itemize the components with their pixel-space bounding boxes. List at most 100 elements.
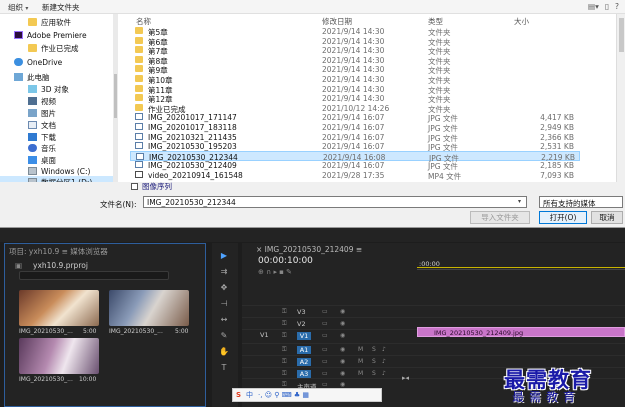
timeline-ruler[interactable]: :00:00 — [417, 258, 625, 270]
cancel-button[interactable]: 取消 — [591, 211, 623, 224]
nav-item[interactable]: 图片 — [0, 107, 117, 119]
track-row[interactable]: ⚿ V3 ▭ ◉ — [242, 305, 625, 317]
sync-icon[interactable]: ▭ — [322, 332, 328, 339]
type-tool-icon[interactable]: T — [218, 363, 230, 373]
nav-item[interactable]: 视频 — [0, 95, 117, 107]
sync-icon[interactable]: ▭ — [322, 381, 328, 388]
file-row[interactable]: 第6章 2021/9/14 14:30 文件夹 — [130, 36, 580, 47]
nav-item[interactable]: 数据分区1 (D:) — [0, 176, 117, 182]
visibility-icon[interactable]: ◉ — [340, 320, 345, 327]
sync-icon[interactable]: ▭ — [322, 320, 328, 327]
clip-thumbnail[interactable] — [109, 290, 189, 326]
organize-menu[interactable]: 组织 ▾ — [8, 2, 28, 13]
open-button[interactable]: 打开(O) — [539, 211, 587, 224]
file-row[interactable]: 第9章 2021/9/14 14:30 文件夹 — [130, 64, 580, 75]
filename-dropdown-icon[interactable]: ▾ — [518, 198, 521, 205]
file-row[interactable]: 第12章 2021/9/14 14:30 文件夹 — [130, 93, 580, 104]
preview-pane-icon[interactable]: ▯ — [605, 2, 609, 11]
mute-icon[interactable]: M — [358, 370, 363, 377]
track-row[interactable]: ⚿ A1 ▭ ◉ M S ♪ — [242, 343, 625, 355]
lock-icon[interactable]: ⚿ — [282, 346, 287, 354]
file-row[interactable]: IMG_20210530_212409 2021/9/14 16:07 JPG 文件… — [130, 160, 580, 171]
timeline-clip[interactable]: IMG_20210530_212409.jpg — [417, 327, 625, 337]
solo-icon[interactable]: S — [372, 346, 376, 353]
mute-icon[interactable]: M — [358, 358, 363, 365]
view-mode-icon[interactable]: ▤▾ — [588, 2, 599, 11]
clip-thumbnail[interactable] — [19, 338, 99, 374]
visibility-icon[interactable]: ◉ — [340, 308, 345, 315]
nav-item[interactable]: 此电脑 — [0, 71, 117, 83]
sogou-logo-icon[interactable]: S — [236, 391, 241, 399]
timeline-timecode[interactable]: 00:00:10:00 — [258, 256, 313, 266]
file-type-select[interactable]: 所有支持的媒体 — [539, 196, 623, 208]
sync-icon[interactable]: ▭ — [322, 308, 328, 315]
lock-icon[interactable]: ⚿ — [282, 308, 287, 316]
file-row[interactable]: 第7章 2021/9/14 14:30 文件夹 — [130, 45, 580, 56]
nav-item[interactable]: 应用软件 — [0, 16, 117, 28]
visibility-icon[interactable]: ◉ — [340, 332, 345, 339]
nav-scroll-thumb[interactable] — [114, 74, 117, 118]
nav-item[interactable]: 文档 — [0, 119, 117, 131]
project-panel-tabs[interactable]: 项目: yxh10.9 ≡ 媒体浏览器 — [9, 246, 108, 257]
solo-icon[interactable]: S — [372, 370, 376, 377]
import-folder-button[interactable]: 导入文件夹 — [470, 211, 530, 224]
help-icon[interactable]: ? — [615, 2, 619, 11]
sync-icon[interactable]: ▭ — [322, 346, 328, 353]
lock-icon[interactable]: ⚿ — [282, 358, 287, 366]
ime-tool-icons[interactable]: ·, ☺ ⚲ ⌨ ♣ ▦ — [258, 391, 309, 399]
visibility-icon[interactable]: ◉ — [340, 358, 345, 365]
new-folder-button[interactable]: 新建文件夹 — [42, 2, 80, 13]
mute-icon[interactable]: M — [358, 346, 363, 353]
work-area-bar[interactable] — [417, 267, 625, 268]
file-row[interactable]: 第11章 2021/9/14 14:30 文件夹 — [130, 84, 580, 95]
visibility-icon[interactable]: ◉ — [340, 381, 345, 388]
lock-icon[interactable]: ⚿ — [282, 370, 287, 378]
file-row[interactable]: 第8章 2021/9/14 14:30 文件夹 — [130, 55, 580, 66]
file-row[interactable]: IMG_20210530_195203 2021/9/14 16:07 JPG 文件… — [130, 141, 580, 152]
razor-tool-icon[interactable]: ⊣ — [218, 299, 230, 309]
track-name[interactable]: A3 — [297, 370, 311, 378]
file-row[interactable]: IMG_20201017_183118 2021/9/14 16:07 JPG 文件… — [130, 122, 580, 133]
microphone-icon[interactable]: ♪ — [382, 346, 386, 353]
zoom-handle-icon[interactable]: ▸◂ — [402, 374, 409, 382]
filename-input[interactable] — [143, 196, 527, 208]
pen-tool-icon[interactable]: ✎ — [218, 331, 230, 341]
file-row[interactable]: 作业已完成 2021/10/12 14:26 文件夹 — [130, 103, 580, 114]
file-row[interactable]: IMG_20201017_171147 2021/9/14 16:07 JPG 文件… — [130, 112, 580, 123]
nav-item[interactable]: 3D 对象 — [0, 83, 117, 95]
file-row[interactable]: IMG_20210530_212344 2021/9/14 16:08 JPG 文件… — [130, 150, 580, 163]
nav-item[interactable]: Adobe Premiere — [0, 29, 117, 41]
checkbox-box[interactable] — [131, 183, 138, 190]
hand-tool-icon[interactable]: ✋ — [218, 347, 230, 357]
slip-tool-icon[interactable]: ↔ — [218, 315, 230, 325]
project-search-input[interactable] — [19, 271, 169, 280]
lock-icon[interactable]: ⚿ — [282, 320, 287, 328]
lock-icon[interactable]: ⚿ — [282, 332, 287, 340]
sync-icon[interactable]: ▭ — [322, 358, 328, 365]
timeline-tab[interactable]: × IMG_20210530_212409 ≡ — [256, 245, 362, 254]
nav-item[interactable]: 音乐 — [0, 142, 117, 154]
microphone-icon[interactable]: ♪ — [382, 370, 386, 377]
track-name[interactable]: V2 — [297, 320, 306, 328]
file-list-scroll-thumb[interactable] — [619, 18, 624, 52]
track-name[interactable]: A2 — [297, 358, 311, 366]
nav-item[interactable]: 作业已完成 — [0, 42, 117, 54]
image-sequence-checkbox[interactable]: 图像序列 — [131, 181, 172, 192]
track-name[interactable]: A1 — [297, 346, 311, 354]
track-select-tool-icon[interactable]: ⇉ — [218, 267, 230, 277]
visibility-icon[interactable]: ◉ — [340, 346, 345, 353]
file-list-scrollbar[interactable] — [616, 14, 625, 182]
file-row[interactable]: video_20210914_161548 2021/9/28 17:35 MP4 … — [130, 170, 580, 181]
track-name[interactable]: V3 — [297, 308, 306, 316]
file-row[interactable]: 第5章 2021/9/14 14:30 文件夹 — [130, 26, 580, 37]
ime-language-toggle[interactable]: 中 — [246, 390, 253, 400]
file-row[interactable]: 第10章 2021/9/14 14:30 文件夹 — [130, 74, 580, 85]
nav-item[interactable]: OneDrive — [0, 56, 117, 68]
microphone-icon[interactable]: ♪ — [382, 358, 386, 365]
clip-thumbnail[interactable] — [19, 290, 99, 326]
sync-icon[interactable]: ▭ — [322, 370, 328, 377]
track-name[interactable]: V1 — [297, 332, 311, 340]
file-row[interactable]: IMG_20210321_211435 2021/9/14 16:07 JPG 文件… — [130, 132, 580, 143]
selection-tool-icon[interactable]: ▶ — [218, 251, 230, 261]
ripple-edit-tool-icon[interactable]: ✥ — [218, 283, 230, 293]
